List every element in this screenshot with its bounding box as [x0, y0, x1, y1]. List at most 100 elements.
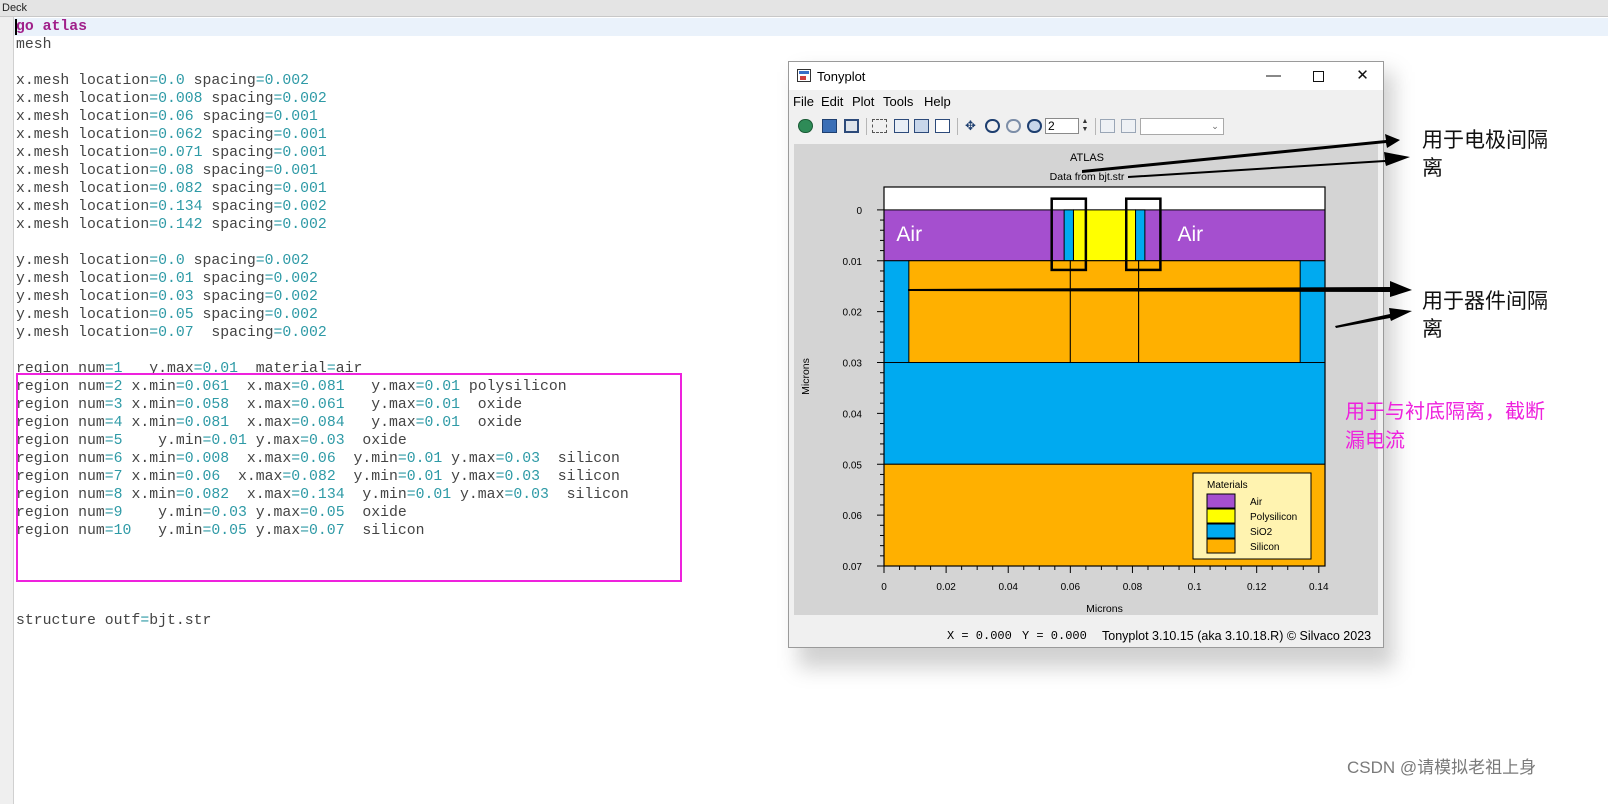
region-label-air: Air [1177, 223, 1203, 246]
x-tick-label: 0.1 [1188, 582, 1202, 593]
tonyplot-window[interactable]: Tonyplot — ✕ File Edit Plot Tools Help ✥… [788, 61, 1384, 648]
code-line[interactable]: y.mesh location=0.0 spacing=0.002 [16, 252, 309, 270]
minimize-icon: — [1266, 67, 1281, 84]
y-tick-label: 0.06 [843, 511, 863, 522]
region-sio2 [1063, 209, 1074, 262]
structure-plot[interactable]: ATLAS Data from bjt.str Air Air 0 0.01 0.02 0.0… [794, 144, 1378, 615]
region-silicon [1138, 260, 1301, 364]
x-coordinate-readout: X = 0.000 [947, 629, 1012, 643]
code-line[interactable]: y.mesh location=0.01 spacing=0.002 [16, 270, 318, 288]
zoom-level-input[interactable]: 2 [1045, 118, 1079, 134]
watermark: CSDN @请模拟老祖上身 [1347, 758, 1537, 777]
toolbar-separator [866, 118, 867, 135]
x-tick-label: 0.12 [1247, 582, 1267, 593]
legend-swatch [1206, 523, 1236, 539]
print-icon[interactable] [844, 119, 859, 133]
tonyplot-app-icon [797, 69, 811, 82]
toolbar-separator [957, 118, 958, 135]
code-line[interactable]: x.mesh location=0.082 spacing=0.001 [16, 180, 327, 198]
chart-title: ATLAS [1070, 152, 1104, 164]
duplicate-icon[interactable] [935, 119, 950, 133]
code-line[interactable]: x.mesh location=0.134 spacing=0.002 [16, 198, 327, 216]
code-line[interactable]: x.mesh location=0.062 spacing=0.001 [16, 126, 327, 144]
plot-area[interactable]: ATLAS Data from bjt.str Air Air 0 0.01 0.02 0.0… [794, 144, 1378, 615]
tonyplot-titlebar[interactable]: Tonyplot — ✕ [789, 62, 1383, 90]
legend-swatch [1206, 538, 1236, 554]
code-line[interactable]: x.mesh location=0.0 spacing=0.002 [16, 72, 309, 90]
close-button[interactable]: ✕ [1340, 62, 1385, 90]
zoom-out-icon[interactable] [1006, 119, 1021, 133]
tonyplot-statusbar: X = 0.000 Y = 0.000 Tonyplot 3.10.15 (ak… [789, 620, 1383, 648]
pan-icon[interactable]: ✥ [963, 119, 978, 133]
current-line-highlight [14, 18, 1608, 36]
y-tick-label: 0.07 [843, 562, 863, 573]
zoom-in-icon[interactable] [985, 119, 1000, 133]
legend-swatch [1206, 508, 1236, 524]
legend-item-label: Silicon [1250, 542, 1279, 553]
code-line[interactable]: go atlas [16, 18, 87, 36]
x-tick-label: 0 [881, 582, 887, 593]
minimize-button[interactable]: — [1251, 62, 1296, 90]
toolbar-separator [1095, 118, 1096, 135]
code-line[interactable]: structure outf=bjt.str [16, 612, 211, 630]
annotation-text: 用于与衬底隔离，截断漏电流 [1345, 401, 1545, 452]
y-axis-label: Microns [800, 358, 812, 395]
code-line[interactable]: y.mesh location=0.07 spacing=0.002 [16, 324, 327, 342]
menu-file[interactable]: File [793, 94, 814, 109]
region-sio2 [1135, 209, 1146, 262]
region-silicon [1069, 260, 1140, 364]
x-tick-label: 0.14 [1309, 582, 1329, 593]
x-tick-label: 0.08 [1123, 582, 1143, 593]
chevron-down-icon[interactable]: ⌄ [1208, 119, 1222, 134]
load-icon[interactable] [798, 119, 813, 133]
code-line[interactable]: x.mesh location=0.071 spacing=0.001 [16, 144, 327, 162]
region-label-air: Air [896, 223, 922, 246]
region-sio2 [883, 362, 1326, 465]
paste-icon[interactable] [914, 119, 929, 133]
version-label: Tonyplot 3.10.15 (aka 3.10.18.R) © Silva… [1102, 629, 1372, 643]
annotation-electrode-isolation: 用于电极间隔离 [1422, 127, 1562, 183]
deck-window-title: Deck [0, 0, 1608, 17]
maximize-icon [1313, 70, 1324, 82]
zoom-spinner[interactable]: ▲ ▼ [1080, 118, 1090, 134]
code-line[interactable]: x.mesh location=0.008 spacing=0.002 [16, 90, 327, 108]
x-tick-label: 0.04 [998, 582, 1018, 593]
next-icon[interactable] [1121, 119, 1136, 133]
code-line[interactable]: y.mesh location=0.05 spacing=0.002 [16, 306, 318, 324]
menu-help[interactable]: Help [924, 94, 951, 109]
spin-down-icon[interactable]: ▼ [1082, 126, 1089, 133]
y-coordinate-readout: Y = 0.000 [1022, 629, 1087, 643]
annotation-text: 用于器件间隔离 [1422, 290, 1548, 341]
legend-item-label: SiO2 [1250, 527, 1273, 538]
menu-edit[interactable]: Edit [821, 94, 843, 109]
code-line[interactable]: x.mesh location=0.08 spacing=0.001 [16, 162, 318, 180]
code-line[interactable]: x.mesh location=0.142 spacing=0.002 [16, 216, 327, 234]
maximize-button[interactable] [1296, 62, 1341, 90]
code-line[interactable]: y.mesh location=0.03 spacing=0.002 [16, 288, 318, 306]
x-tick-label: 0.02 [936, 582, 956, 593]
select-icon[interactable] [872, 119, 887, 133]
copy-icon[interactable] [894, 119, 909, 133]
menu-tools[interactable]: Tools [883, 94, 913, 109]
export-icon[interactable] [822, 119, 837, 133]
y-tick-label: 0.04 [843, 409, 863, 420]
x-tick-label: 0.06 [1061, 582, 1081, 593]
spin-up-icon[interactable]: ▲ [1082, 118, 1089, 125]
editor-gutter [0, 17, 14, 804]
prev-icon[interactable] [1100, 119, 1115, 133]
menu-plot[interactable]: Plot [852, 94, 874, 109]
legend-swatch [1206, 493, 1236, 509]
code-line[interactable]: mesh [16, 36, 52, 54]
tonyplot-menubar: File Edit Plot Tools Help [789, 90, 1383, 112]
close-icon: ✕ [1356, 67, 1369, 84]
region-block-highlight-box [16, 373, 682, 582]
code-line[interactable]: x.mesh location=0.06 spacing=0.001 [16, 108, 318, 126]
legend-item-label: Air [1250, 497, 1263, 508]
annotation-substrate-isolation: 用于与衬底隔离，截断漏电流 [1345, 398, 1555, 456]
legend-title: Materials [1207, 480, 1248, 491]
y-tick-label: 0.02 [843, 308, 863, 319]
zoom-box-icon[interactable] [1027, 119, 1042, 133]
plot-selector-dropdown[interactable]: ⌄ [1140, 118, 1224, 135]
region-silicon [908, 260, 1071, 364]
y-tick-label: 0 [856, 206, 862, 217]
